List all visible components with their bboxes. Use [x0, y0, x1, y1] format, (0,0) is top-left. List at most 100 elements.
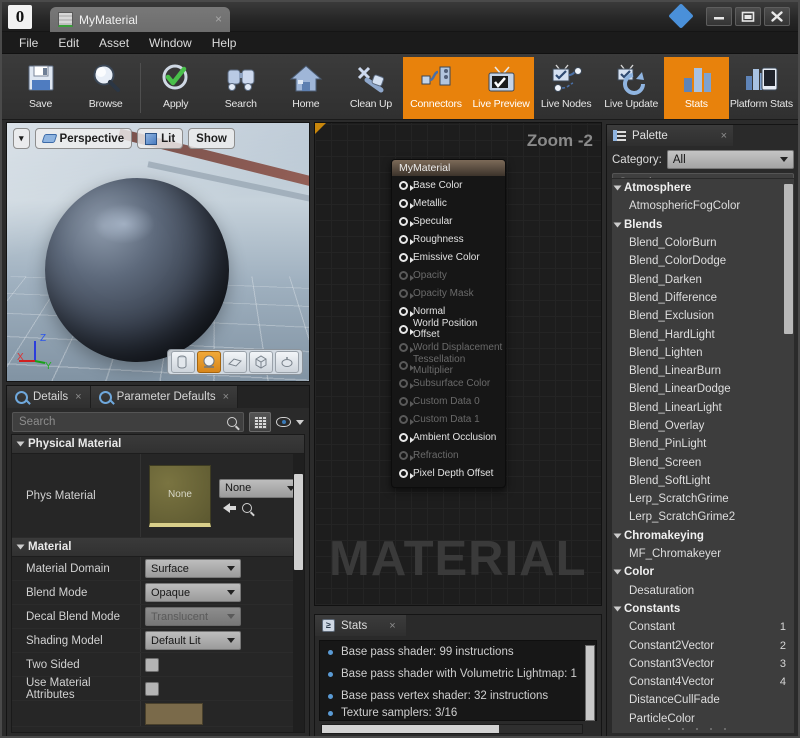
palette-item[interactable]: DistanceCullFade: [612, 691, 794, 709]
palette-item[interactable]: Desaturation: [612, 582, 794, 600]
expander-triangle-icon[interactable]: [614, 222, 622, 227]
menu-asset[interactable]: Asset: [90, 33, 138, 53]
pin-connector-icon[interactable]: [399, 217, 408, 226]
toolbar-home-button[interactable]: Home: [273, 57, 338, 119]
two-sided-checkbox[interactable]: [145, 658, 159, 672]
toolbar-save-button[interactable]: Save: [8, 57, 73, 119]
palette-category-combo[interactable]: All: [667, 150, 794, 169]
details-scrollbar-track[interactable]: [293, 454, 304, 732]
expander-triangle-icon[interactable]: [614, 533, 622, 538]
pin-connector-icon[interactable]: [399, 451, 408, 460]
minimize-button[interactable]: [706, 7, 732, 26]
tab-details-close-icon[interactable]: ×: [75, 391, 81, 403]
palette-item[interactable]: Blend_LinearBurn: [612, 362, 794, 380]
pin-connector-icon[interactable]: [399, 415, 408, 424]
node-pin-custom-data-0[interactable]: Custom Data 0: [392, 392, 505, 410]
toolbar-search-button[interactable]: Search: [208, 57, 273, 119]
node-pin-subsurface-color[interactable]: Subsurface Color: [392, 374, 505, 392]
palette-group-blends[interactable]: Blends: [612, 216, 794, 234]
palette-item[interactable]: Constant4Vector4: [612, 673, 794, 691]
tab-parameter-defaults[interactable]: Parameter Defaults ×: [91, 386, 239, 408]
custom-preview-shape[interactable]: [275, 351, 299, 373]
visibility-eye-icon[interactable]: [276, 417, 291, 427]
section-material[interactable]: Material: [12, 538, 304, 557]
toolbar-connectors-button[interactable]: Connectors: [403, 57, 468, 119]
use-material-attributes-checkbox[interactable]: [145, 682, 159, 696]
toolbar-cleanup-button[interactable]: Clean Up: [338, 57, 403, 119]
menu-file[interactable]: File: [10, 33, 47, 53]
viewport-perspective-dropdown[interactable]: Perspective: [35, 128, 133, 149]
viewport-viewmode-dropdown[interactable]: Lit: [137, 128, 183, 149]
close-button[interactable]: [764, 7, 790, 26]
palette-item[interactable]: AtmosphericFogColor: [612, 197, 794, 215]
palette-resize-grip[interactable]: [612, 726, 794, 732]
material-preview-viewport[interactable]: ▾ Perspective Lit Show Z X Y: [6, 122, 310, 382]
node-pin-metallic[interactable]: Metallic: [392, 194, 505, 212]
toolbar-live-update-button[interactable]: Live Update: [599, 57, 664, 119]
palette-group-chromakeying[interactable]: Chromakeying: [612, 527, 794, 545]
material-graph-editor[interactable]: Zoom -2 MATERIAL MyMaterial Base Color M…: [314, 122, 602, 606]
cylinder-preview-shape[interactable]: [171, 351, 195, 373]
palette-item[interactable]: Lerp_ScratchGrime: [612, 490, 794, 508]
node-pin-specular[interactable]: Specular: [392, 212, 505, 230]
palette-group-color[interactable]: Color: [612, 563, 794, 581]
section-physical-material[interactable]: Physical Material: [12, 435, 304, 454]
expander-triangle-icon[interactable]: [17, 442, 25, 447]
pin-connector-icon[interactable]: [399, 271, 408, 280]
pin-connector-icon[interactable]: [399, 199, 408, 208]
palette-item[interactable]: Blend_ColorBurn: [612, 234, 794, 252]
pin-connector-icon[interactable]: [399, 469, 408, 478]
palette-item[interactable]: Blend_Lighten: [612, 344, 794, 362]
node-pin-custom-data-1[interactable]: Custom Data 1: [392, 410, 505, 428]
palette-item[interactable]: Constant2Vector2: [612, 636, 794, 654]
maximize-button[interactable]: [735, 7, 761, 26]
toolbar-stats-button[interactable]: Stats: [664, 57, 729, 119]
pin-connector-icon[interactable]: [399, 289, 408, 298]
palette-item[interactable]: Blend_Darken: [612, 270, 794, 288]
details-scrollbar-thumb[interactable]: [294, 474, 303, 570]
toolbar-live-nodes-button[interactable]: Live Nodes: [534, 57, 599, 119]
pin-connector-icon[interactable]: [399, 379, 408, 388]
menu-window[interactable]: Window: [140, 33, 201, 53]
tab-palette-close-icon[interactable]: ×: [721, 130, 727, 142]
palette-item[interactable]: Blend_ColorDodge: [612, 252, 794, 270]
palette-item[interactable]: Blend_LinearLight: [612, 399, 794, 417]
palette-group-constants[interactable]: Constants: [612, 600, 794, 618]
pin-connector-icon[interactable]: [399, 325, 408, 334]
palette-item[interactable]: Lerp_ScratchGrime2: [612, 508, 794, 526]
node-pin-tessellation-multiplier[interactable]: Tessellation Multiplier: [392, 356, 505, 374]
toolbar-live-preview-button[interactable]: Live Preview: [469, 57, 534, 119]
pin-connector-icon[interactable]: [399, 253, 408, 262]
pin-connector-icon[interactable]: [399, 235, 408, 244]
details-grid-view-button[interactable]: [249, 412, 271, 432]
palette-item[interactable]: MF_Chromakeyer: [612, 545, 794, 563]
palette-item[interactable]: Blend_PinLight: [612, 435, 794, 453]
palette-node-list[interactable]: Atmosphere AtmosphericFogColor Blends Bl…: [611, 178, 795, 734]
expander-triangle-icon[interactable]: [614, 186, 622, 191]
palette-group-atmosphere[interactable]: Atmosphere: [612, 179, 794, 197]
phys-material-thumbnail[interactable]: None: [149, 465, 211, 527]
tab-details[interactable]: Details ×: [7, 386, 91, 408]
node-pin-base-color[interactable]: Base Color: [392, 176, 505, 194]
menu-edit[interactable]: Edit: [49, 33, 88, 53]
node-pin-world-position-offset[interactable]: World Position Offset: [392, 320, 505, 338]
palette-item[interactable]: Blend_LinearDodge: [612, 380, 794, 398]
pin-connector-icon[interactable]: [399, 433, 408, 442]
browse-to-asset-icon[interactable]: [242, 503, 252, 513]
asset-tab-close-icon[interactable]: ×: [215, 12, 222, 26]
tab-palette[interactable]: Palette ×: [607, 125, 733, 146]
cube-preview-shape[interactable]: [249, 351, 273, 373]
palette-item[interactable]: Blend_HardLight: [612, 325, 794, 343]
stats-list[interactable]: Base pass shader: 99 instructions Base p…: [319, 640, 597, 721]
palette-item[interactable]: Blend_Screen: [612, 453, 794, 471]
plane-preview-shape[interactable]: [223, 351, 247, 373]
node-pin-pixel-depth-offset[interactable]: Pixel Depth Offset: [392, 464, 505, 482]
material-output-node[interactable]: MyMaterial Base Color Metallic Specular …: [391, 159, 506, 488]
viewport-show-dropdown[interactable]: Show: [188, 128, 235, 149]
palette-item[interactable]: Blend_Overlay: [612, 417, 794, 435]
palette-item[interactable]: Blend_Difference: [612, 289, 794, 307]
toolbar-apply-button[interactable]: Apply: [143, 57, 208, 119]
pin-connector-icon[interactable]: [399, 307, 408, 316]
node-pin-opacity-mask[interactable]: Opacity Mask: [392, 284, 505, 302]
material-domain-combo[interactable]: Surface: [145, 559, 241, 578]
